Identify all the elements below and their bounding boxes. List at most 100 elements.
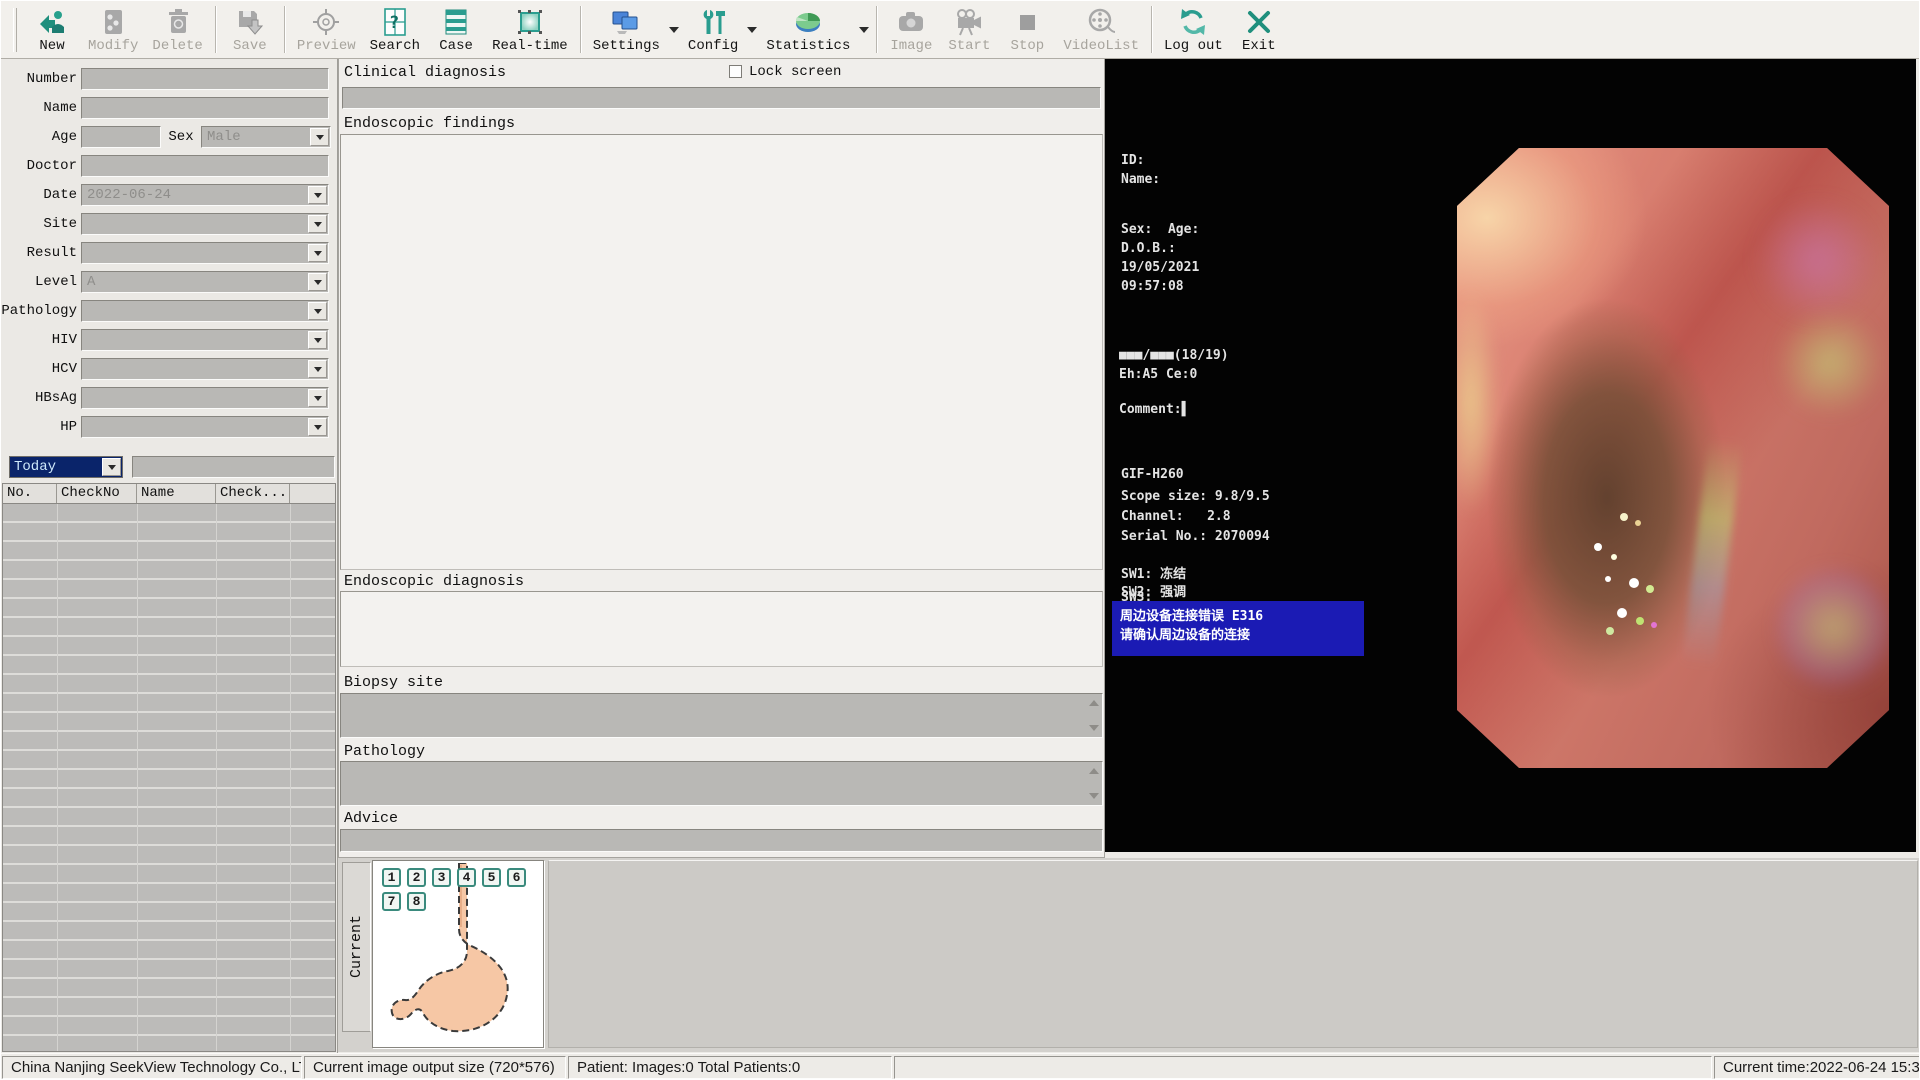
sex-combobox[interactable]: Male bbox=[201, 126, 331, 148]
site-button-7[interactable]: 7 bbox=[382, 892, 401, 911]
site-button-8[interactable]: 8 bbox=[407, 892, 426, 911]
exit-button[interactable]: Exit bbox=[1230, 3, 1288, 57]
hbsag-combobox[interactable] bbox=[81, 387, 329, 409]
statistics-dropdown-chevron-down-icon[interactable] bbox=[857, 10, 871, 50]
pathology-combobox[interactable] bbox=[81, 300, 329, 322]
config-dropdown-chevron-down-icon[interactable] bbox=[745, 10, 759, 50]
period-filter-combobox[interactable]: Today bbox=[9, 456, 123, 478]
chevron-down-icon[interactable] bbox=[308, 273, 327, 291]
button-label: Stop bbox=[1011, 39, 1045, 54]
age-input[interactable] bbox=[81, 126, 161, 148]
chevron-down-icon[interactable] bbox=[308, 418, 327, 436]
lock-screen-label: Lock screen bbox=[749, 64, 841, 80]
modify-button: Modify bbox=[81, 3, 145, 57]
config-button[interactable]: Config bbox=[681, 3, 745, 57]
biopsy-site-textarea[interactable] bbox=[340, 693, 1103, 738]
hp-label: HP bbox=[1, 419, 77, 435]
captured-images-strip[interactable] bbox=[548, 860, 1918, 1048]
chevron-down-icon[interactable] bbox=[308, 389, 327, 407]
chevron-down-icon[interactable] bbox=[308, 360, 327, 378]
settings-dropdown-chevron-down-icon[interactable] bbox=[667, 10, 681, 50]
endoscopic-image bbox=[1457, 148, 1889, 768]
overlay-dob-value: 19/05/2021 bbox=[1121, 260, 1199, 275]
sex-value: Male bbox=[207, 129, 241, 145]
preview-button: Preview bbox=[290, 3, 363, 57]
settings-icon bbox=[610, 5, 642, 39]
date-combobox[interactable]: 2022-06-24 bbox=[81, 184, 329, 206]
record-stop-icon bbox=[1012, 5, 1042, 39]
chevron-down-icon[interactable] bbox=[308, 215, 327, 233]
hcv-combobox[interactable] bbox=[81, 358, 329, 380]
settings-button[interactable]: Settings bbox=[586, 3, 667, 57]
realtime-button[interactable]: Real-time bbox=[485, 3, 575, 57]
status-output-size: Current image output size (720*576) bbox=[304, 1056, 566, 1079]
worklist-body[interactable] bbox=[3, 504, 335, 1051]
result-combobox[interactable] bbox=[81, 242, 329, 264]
button-label: Modify bbox=[88, 39, 138, 54]
site-button-3[interactable]: 3 bbox=[432, 868, 451, 887]
stomach-diagram bbox=[377, 863, 541, 1045]
date-label: Date bbox=[1, 187, 77, 203]
status-company: China Nanjing SeekView Technology Co., L… bbox=[2, 1056, 302, 1079]
chevron-down-icon[interactable] bbox=[308, 302, 327, 320]
case-icon bbox=[441, 5, 471, 39]
level-combobox[interactable]: A bbox=[81, 271, 329, 293]
column-header-name[interactable]: Name bbox=[137, 484, 216, 503]
overlay-sex-age-label: Sex: Age: bbox=[1121, 222, 1199, 237]
chevron-down-icon[interactable] bbox=[308, 331, 327, 349]
clinical-diagnosis-input[interactable] bbox=[342, 87, 1101, 109]
advice-textarea[interactable] bbox=[340, 829, 1103, 852]
video-list-icon bbox=[1086, 5, 1116, 39]
main-toolbar: New Modify Delete Save Preview bbox=[1, 1, 1920, 59]
tab-current[interactable]: Current bbox=[342, 862, 371, 1032]
stop-button: Stop bbox=[998, 3, 1056, 57]
case-button[interactable]: Case bbox=[427, 3, 485, 57]
pathology-section-label: Pathology bbox=[344, 743, 425, 760]
quick-search-input[interactable] bbox=[132, 456, 335, 478]
scroll-up-icon[interactable] bbox=[1089, 700, 1099, 706]
endoscopic-diagnosis-textarea[interactable] bbox=[340, 591, 1103, 667]
button-label: Delete bbox=[152, 39, 202, 54]
site-combobox[interactable] bbox=[81, 213, 329, 235]
overlay-image-counter: ■■■/■■■(18/19) bbox=[1119, 348, 1229, 363]
lock-screen-checkbox[interactable] bbox=[729, 65, 742, 78]
scroll-up-icon[interactable] bbox=[1089, 768, 1099, 774]
site-button-4[interactable]: 4 bbox=[457, 868, 476, 887]
hbsag-row: HBsAg bbox=[1, 386, 338, 410]
svg-text:?: ? bbox=[389, 13, 399, 33]
site-button-2[interactable]: 2 bbox=[407, 868, 426, 887]
doctor-input[interactable] bbox=[81, 155, 329, 177]
scroll-down-icon[interactable] bbox=[1089, 725, 1099, 731]
chevron-down-icon[interactable] bbox=[308, 244, 327, 262]
number-row: Number bbox=[1, 67, 338, 91]
name-input[interactable] bbox=[81, 97, 329, 119]
site-button-6[interactable]: 6 bbox=[507, 868, 526, 887]
chevron-down-icon[interactable] bbox=[310, 128, 329, 146]
level-value: A bbox=[87, 274, 95, 290]
hiv-combobox[interactable] bbox=[81, 329, 329, 351]
column-header-extra[interactable] bbox=[290, 484, 335, 503]
site-button-1[interactable]: 1 bbox=[382, 868, 401, 887]
column-divider bbox=[290, 504, 291, 1051]
period-filter-value: Today bbox=[14, 459, 56, 475]
column-header-no[interactable]: No. bbox=[3, 484, 57, 503]
chevron-down-icon[interactable] bbox=[308, 186, 327, 204]
hp-combobox[interactable] bbox=[81, 416, 329, 438]
endoscopic-findings-textarea[interactable] bbox=[340, 134, 1103, 570]
number-input[interactable] bbox=[81, 68, 329, 90]
pathology-textarea[interactable] bbox=[340, 761, 1103, 806]
flare-highlight bbox=[1775, 308, 1885, 418]
chevron-down-icon[interactable] bbox=[102, 458, 121, 476]
logout-button[interactable]: Log out bbox=[1157, 3, 1230, 57]
site-button-5[interactable]: 5 bbox=[482, 868, 501, 887]
statistics-button[interactable]: Statistics bbox=[759, 3, 857, 57]
search-icon: ? bbox=[380, 5, 410, 39]
column-header-check[interactable]: Check... bbox=[216, 484, 290, 503]
search-button[interactable]: ? Search bbox=[363, 3, 427, 57]
column-divider bbox=[216, 504, 217, 1051]
scroll-down-icon[interactable] bbox=[1089, 793, 1099, 799]
status-current-time: Current time:2022-06-24 15:30:24 bbox=[1714, 1056, 1920, 1079]
new-button[interactable]: New bbox=[23, 3, 81, 57]
statistics-icon bbox=[792, 5, 824, 39]
column-header-checkno[interactable]: CheckNo bbox=[57, 484, 137, 503]
